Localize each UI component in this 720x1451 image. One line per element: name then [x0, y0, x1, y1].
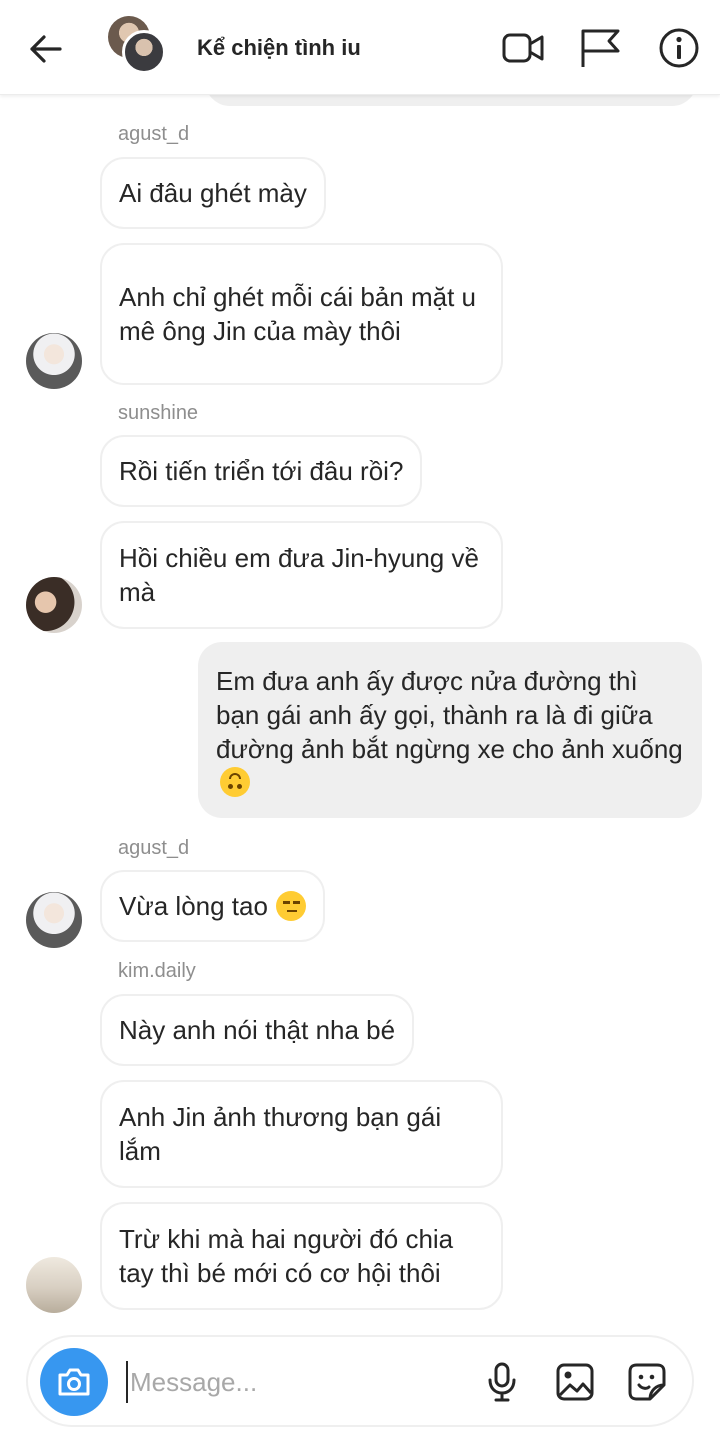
video-call-button[interactable] — [500, 26, 546, 70]
message-bubble[interactable]: Ai đâu ghét mày — [100, 157, 326, 229]
unamused-face-emoji — [275, 891, 306, 921]
image-icon — [556, 1363, 594, 1401]
message-bubble[interactable]: Rồi tiến triển tới đâu rồi? — [100, 435, 423, 507]
message-bubble[interactable]: Anh Jin ảnh thương bạn gái lắm — [100, 1080, 503, 1188]
sender-name: agust_d — [118, 837, 190, 859]
message-bubble[interactable]: Trừ khi mà hai người đó chia tay thì bé … — [100, 1202, 503, 1310]
sticker-icon — [628, 1363, 666, 1401]
avatar[interactable] — [26, 333, 82, 389]
avatar[interactable] — [26, 577, 82, 633]
message-text: Ai đâu ghét mày — [119, 178, 307, 208]
message-bubble[interactable]: Anh chỉ ghét mỗi cái bản mặt u mê ông Ji… — [100, 243, 503, 385]
camera-icon — [58, 1368, 90, 1396]
sticker-button[interactable] — [622, 1357, 672, 1407]
back-button[interactable] — [24, 28, 66, 70]
report-button[interactable] — [577, 26, 623, 70]
message-composer — [26, 1335, 694, 1427]
message-bubble[interactable]: Hồi chiều em đưa Jin-hyung về mà — [100, 521, 503, 629]
sender-name: sunshine — [118, 402, 199, 424]
group-avatar[interactable] — [108, 16, 168, 76]
conversation-info-button[interactable] — [656, 26, 702, 70]
upside-down-face-emoji — [220, 767, 250, 797]
message-bubble[interactable]: Vừa lòng tao — [100, 870, 325, 942]
sender-name: kim.daily — [118, 960, 196, 982]
message-text: Rồi tiến triển tới đâu rồi? — [119, 456, 404, 486]
outgoing-message-bubble[interactable]: Em đưa anh ấy được nửa đường thì bạn gái… — [198, 642, 702, 818]
message-bubble[interactable]: Này anh nói thật nha bé — [100, 994, 415, 1066]
video-camera-icon — [502, 33, 544, 63]
gallery-button[interactable] — [550, 1357, 600, 1407]
chat-header: Kể chiện tình iu — [0, 0, 720, 95]
sender-name: agust_d — [118, 123, 190, 145]
voice-message-button[interactable] — [477, 1357, 527, 1407]
arrow-left-icon — [30, 35, 62, 63]
message-text: Trừ khi mà hai người đó chia tay thì bé … — [119, 1224, 454, 1288]
avatar[interactable] — [26, 1257, 82, 1313]
message-text: Vừa lòng tao — [119, 891, 268, 921]
message-text: Anh chỉ ghét mỗi cái bản mặt u mê ông Ji… — [119, 282, 476, 346]
flag-icon — [581, 29, 620, 67]
microphone-icon — [488, 1362, 516, 1402]
message-text: Anh Jin ảnh thương bạn gái lắm — [119, 1102, 442, 1166]
info-icon — [659, 28, 699, 68]
message-input[interactable] — [126, 1361, 456, 1403]
camera-button[interactable] — [40, 1348, 108, 1416]
message-text: Này anh nói thật nha bé — [119, 1015, 396, 1045]
chat-title[interactable]: Kể chiện tình iu — [197, 35, 361, 61]
group-avatar-photo-2 — [122, 30, 166, 74]
message-text: Em đưa anh ấy được nửa đường thì bạn gái… — [216, 666, 683, 764]
avatar[interactable] — [26, 892, 82, 948]
message-text: Hồi chiều em đưa Jin-hyung về mà — [119, 543, 479, 607]
